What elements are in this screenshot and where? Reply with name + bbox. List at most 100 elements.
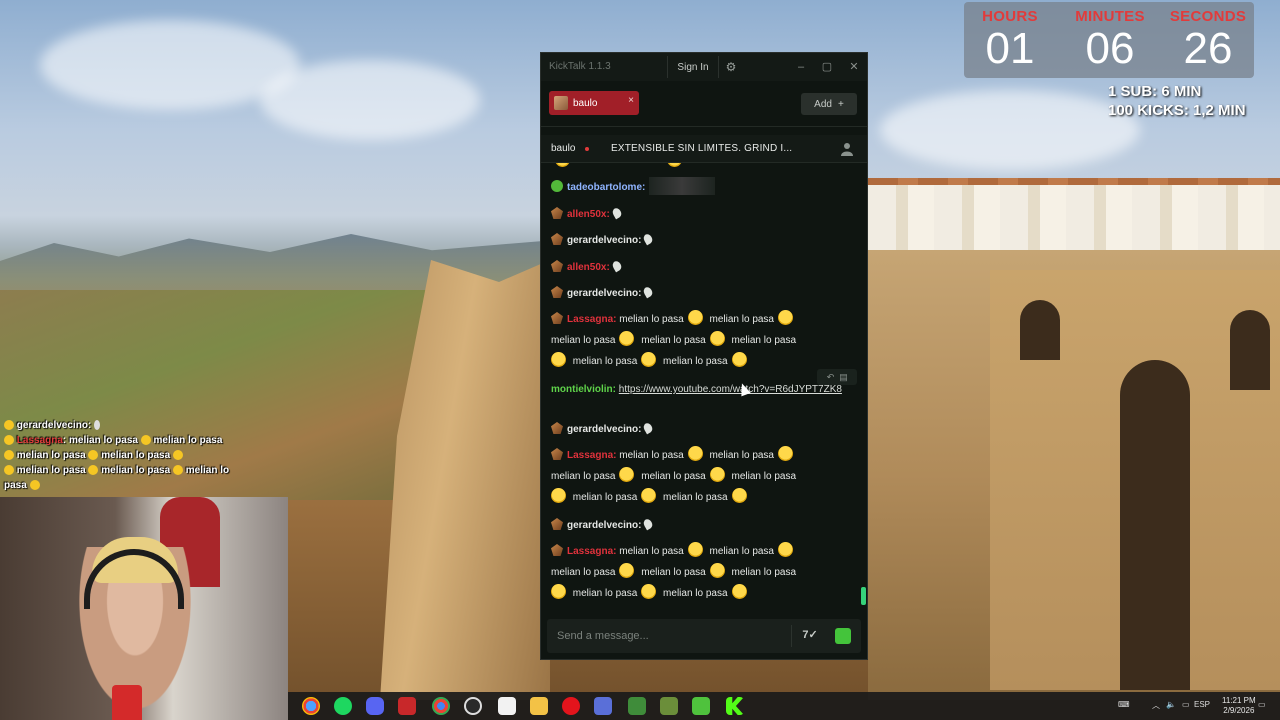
- emoji-icon: [687, 542, 703, 557]
- sub-info-line2: 100 KICKS: 1,2 MIN: [1108, 102, 1246, 119]
- emoji-icon: [551, 488, 566, 503]
- add-chatroom-button[interactable]: Add +: [801, 93, 857, 115]
- maximize-icon[interactable]: ▢: [819, 59, 835, 75]
- language-indicator[interactable]: ESP: [1194, 700, 1210, 709]
- badge-icon: [551, 422, 563, 434]
- username[interactable]: gerardelvecino:: [567, 520, 641, 531]
- emoji-icon: [619, 563, 635, 578]
- message-text: melian lo pasa: [731, 335, 797, 346]
- notification-icon[interactable]: ▭: [1258, 700, 1266, 709]
- emoji-icon: [731, 352, 747, 367]
- titlebar: KickTalk 1.1.3 Sign In ⚙ – ▢ ✕: [541, 53, 867, 81]
- emoji-icon: [687, 446, 703, 461]
- badge-icon: [551, 448, 563, 460]
- emoji-icon: [778, 446, 793, 461]
- user-list-icon[interactable]: [841, 142, 853, 156]
- message-text: melian lo pasa: [663, 356, 728, 367]
- cloud: [880, 90, 1140, 170]
- streamer-name[interactable]: baulo: [551, 143, 575, 154]
- message-text: melian lo pasa: [619, 450, 684, 461]
- kick-icon[interactable]: [726, 697, 744, 715]
- chat-message: gerardelvecino:: [551, 230, 851, 251]
- bridge: [990, 270, 1280, 690]
- voicemeeter-icon[interactable]: [398, 697, 416, 715]
- emoji-icon: [619, 331, 635, 346]
- game-icon[interactable]: [660, 697, 678, 715]
- feather-icon: [642, 517, 655, 531]
- game-icon[interactable]: [692, 697, 710, 715]
- badge-icon: [551, 312, 563, 324]
- emote-picker-icon[interactable]: 7✓: [801, 628, 819, 644]
- emoji-icon: [709, 331, 725, 346]
- reply-icon[interactable]: ↶: [826, 372, 835, 382]
- username[interactable]: Lassagna:: [567, 546, 616, 557]
- chevron-up-icon[interactable]: ︿: [1152, 700, 1160, 711]
- add-label: Add: [814, 98, 832, 110]
- emoji-icon: [172, 450, 183, 461]
- message-input[interactable]: [547, 619, 787, 653]
- message-text: melian lo pasa: [551, 471, 616, 482]
- message-link[interactable]: https://www.youtube.com/watch?v=R6dJYPT7…: [619, 384, 842, 395]
- username[interactable]: Lassagna:: [567, 450, 616, 461]
- username[interactable]: Lassagna:: [567, 314, 616, 325]
- overlay-text: melian lo pasa: [101, 450, 171, 461]
- username[interactable]: gerardelvecino:: [567, 288, 641, 299]
- message-text: melian lo pasa: [572, 588, 638, 599]
- discord-icon[interactable]: [366, 697, 384, 715]
- volume-icon[interactable]: 🔈: [1166, 700, 1176, 709]
- tab-baulo[interactable]: baulo ×: [549, 91, 639, 115]
- avatar: [554, 96, 568, 110]
- stream-info-bar: baulo EXTENSIBLE SIN LIMITES. GRIND I...: [541, 135, 867, 163]
- network-icon[interactable]: ▭: [1182, 700, 1190, 709]
- browser-icon[interactable]: [302, 697, 320, 715]
- username[interactable]: montielviolin:: [551, 384, 616, 395]
- timer-seconds-value: 26: [1183, 24, 1233, 73]
- scrollbar[interactable]: [861, 587, 866, 605]
- app-icon[interactable]: [594, 697, 612, 715]
- obs-icon[interactable]: [464, 697, 482, 715]
- username[interactable]: tadeobartolome:: [567, 182, 645, 193]
- app-icon[interactable]: [498, 697, 516, 715]
- sub-info-line1: 1 SUB: 6 MIN: [1108, 83, 1202, 100]
- username[interactable]: allen50x:: [567, 209, 610, 220]
- message-text: melian lo pasa: [572, 356, 638, 367]
- message-text: melian lo pasa: [619, 546, 684, 557]
- folder-icon[interactable]: [530, 697, 548, 715]
- opera-icon[interactable]: [562, 697, 580, 715]
- copy-icon[interactable]: ▤: [839, 372, 848, 382]
- kicktalk-window: KickTalk 1.1.3 Sign In ⚙ – ▢ ✕ baulo × A…: [540, 52, 868, 660]
- overlay-text: melian lo pasa: [69, 435, 138, 446]
- keyboard-icon[interactable]: ⌨: [1118, 700, 1130, 709]
- spotify-icon[interactable]: [334, 697, 352, 715]
- emoji-icon: [687, 310, 703, 325]
- window-title: KickTalk 1.1.3: [549, 61, 611, 72]
- tab-label: baulo: [573, 97, 598, 109]
- list-item: [551, 163, 851, 172]
- webcam-feed: [0, 497, 288, 720]
- emoji-icon: [551, 584, 566, 599]
- divider: [791, 625, 792, 647]
- username[interactable]: gerardelvecino:: [567, 424, 641, 435]
- minecraft-icon[interactable]: [628, 697, 646, 715]
- message-text: melian lo pasa: [551, 335, 616, 346]
- emoji-icon: [172, 465, 183, 476]
- emoji-icon: [778, 310, 793, 325]
- username[interactable]: allen50x:: [567, 262, 610, 273]
- sign-in-button[interactable]: Sign In: [667, 56, 719, 78]
- bridge-arch: [1230, 310, 1270, 390]
- cloud: [260, 60, 480, 140]
- chat-messages[interactable]: tadeobartolome: allen50x: gerardelvecino…: [541, 163, 867, 611]
- minimize-icon[interactable]: –: [793, 59, 809, 75]
- clock[interactable]: 11:21 PM 2/9/2026: [1222, 696, 1256, 716]
- close-icon[interactable]: ✕: [846, 59, 862, 75]
- gear-icon[interactable]: ⚙: [723, 59, 739, 75]
- kick-emote-icon[interactable]: [835, 628, 851, 644]
- timer-hours-value: 01: [985, 24, 1035, 73]
- plus-icon: +: [837, 98, 844, 110]
- tab-close-icon[interactable]: ×: [628, 95, 634, 106]
- chrome-icon[interactable]: [432, 697, 450, 715]
- username[interactable]: gerardelvecino:: [567, 235, 641, 246]
- overlay-username: Lassagna: [16, 435, 63, 446]
- message-input-area: 7✓: [547, 619, 861, 653]
- badge-icon: [551, 180, 563, 192]
